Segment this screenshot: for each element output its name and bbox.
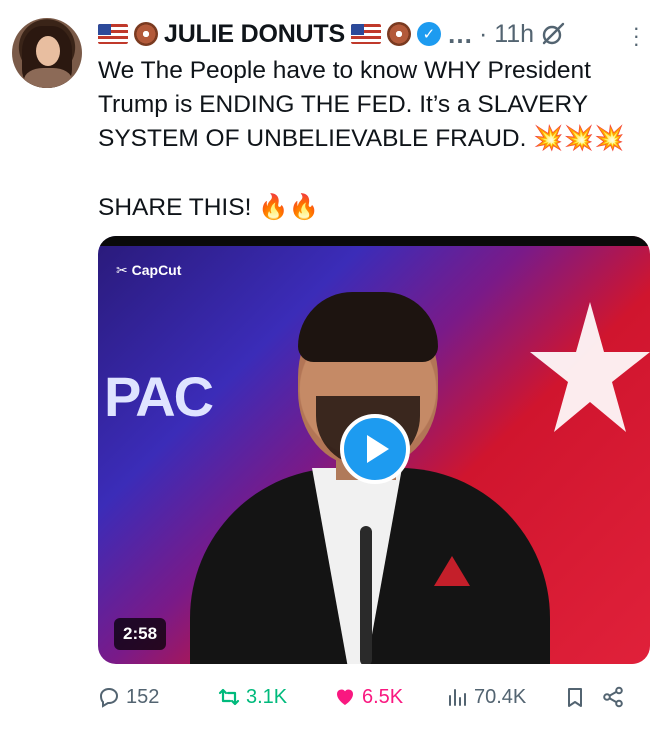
repost-button[interactable]: 3.1K [218, 686, 334, 709]
backdrop-text: PAC [104, 365, 214, 428]
post-text-line: Trump is ENDING THE FED. It’s a SLAVERY [98, 91, 589, 118]
post-text-line: SYSTEM OF UNBELIEVABLE FRAUD. 💥💥💥 [98, 125, 625, 152]
truncation-ellipsis: … [446, 18, 473, 49]
repost-count: 3.1K [246, 685, 288, 708]
avatar[interactable] [12, 18, 82, 88]
donut-icon [386, 22, 411, 46]
share-button[interactable] [602, 686, 624, 708]
views-chart-icon [449, 689, 466, 706]
repost-icon [218, 688, 240, 706]
bookmark-icon [568, 688, 582, 707]
microphone [360, 526, 372, 664]
views-count: 70.4K [474, 685, 527, 708]
video-duration: 2:58 [114, 618, 167, 650]
action-bar: 152 3.1K 6.5K 70.4K [98, 680, 644, 714]
reply-button[interactable]: 152 [98, 686, 218, 709]
reply-icon [99, 687, 119, 708]
reply-count: 152 [126, 685, 160, 708]
star-icon [530, 302, 650, 432]
share-icon [603, 686, 623, 708]
views-button[interactable]: 70.4K [446, 686, 564, 709]
video-player[interactable]: ✂ CapCut PAC 2:58 [98, 236, 650, 664]
us-flag-icon [98, 24, 128, 44]
us-flag-icon [350, 24, 381, 44]
bookmark-button[interactable] [564, 686, 602, 708]
verified-badge-icon: ✓ [416, 22, 441, 46]
speaker-hair [298, 292, 438, 362]
capcut-watermark: ✂ CapCut [116, 262, 182, 278]
post-header: JULIE DONUTS ✓ … · 11h [98, 16, 646, 52]
play-button-icon[interactable] [340, 414, 410, 484]
avatar-face [36, 36, 60, 66]
video-top-bar [98, 236, 650, 246]
donut-icon [134, 22, 158, 46]
more-options-icon[interactable]: · · · [633, 17, 640, 55]
avatar-body [24, 68, 72, 88]
post-text-line: We The People have to know WHY President [98, 57, 591, 84]
post-text: We The People have to know WHY President… [98, 54, 646, 156]
capcut-label: CapCut [131, 262, 182, 278]
like-count: 6.5K [362, 685, 404, 708]
grok-icon[interactable] [540, 21, 566, 47]
like-button[interactable]: 6.5K [334, 686, 446, 709]
post-time[interactable]: · 11h [479, 20, 534, 49]
heart-icon [337, 689, 353, 705]
author-name[interactable]: JULIE DONUTS [164, 20, 345, 49]
share-text: SHARE THIS! 🔥🔥 [98, 194, 320, 221]
